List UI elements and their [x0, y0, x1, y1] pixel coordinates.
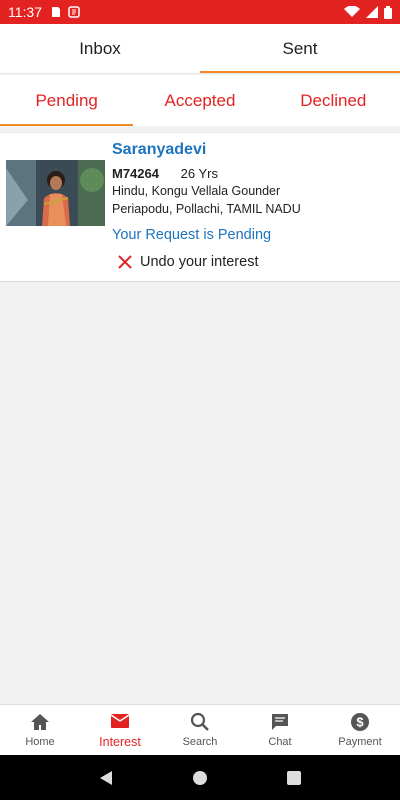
- tab-declined[interactable]: Declined: [267, 75, 400, 126]
- nav-home-label: Home: [25, 736, 55, 748]
- profile-location: Periapodu, Pollachi, TAMIL NADU: [112, 202, 301, 216]
- bottom-navigation: Home Interest Search Chat $ Payment: [0, 704, 400, 755]
- interest-list: Saranyadevi M74264 26 Yrs Hindu, Kongu V…: [0, 126, 400, 704]
- sim-card-icon: [52, 7, 60, 17]
- close-icon: [118, 255, 132, 269]
- status-bar: 11:37: [0, 0, 400, 24]
- profile-card[interactable]: Saranyadevi M74264 26 Yrs Hindu, Kongu V…: [0, 132, 400, 282]
- undo-interest-label: Undo your interest: [140, 254, 259, 270]
- wifi-icon: [344, 6, 360, 17]
- nav-payment-label: Payment: [338, 736, 382, 748]
- nav-interest-label: Interest: [99, 735, 141, 749]
- nav-payment[interactable]: $ Payment: [320, 705, 400, 755]
- search-icon: [190, 712, 209, 731]
- battery-icon: [384, 5, 392, 19]
- svg-text:$: $: [356, 715, 364, 730]
- undo-interest-button[interactable]: Undo your interest: [118, 254, 258, 270]
- chat-icon: [272, 714, 288, 730]
- profile-religion-caste: Hindu, Kongu Vellala Gounder: [112, 184, 281, 198]
- notification-icon: [68, 6, 80, 18]
- tab-inbox[interactable]: Inbox: [0, 24, 200, 73]
- home-icon: [31, 714, 49, 730]
- profile-photo[interactable]: [6, 160, 105, 226]
- signal-icon: [366, 6, 378, 18]
- tab-sent[interactable]: Sent: [200, 24, 400, 73]
- tab-accepted[interactable]: Accepted: [133, 75, 266, 126]
- nav-search[interactable]: Search: [160, 705, 240, 755]
- mail-icon: [110, 714, 130, 728]
- sub-tab-bar: Pending Accepted Declined: [0, 75, 400, 126]
- nav-chat-label: Chat: [268, 736, 292, 748]
- nav-search-label: Search: [182, 736, 218, 748]
- request-status: Your Request is Pending: [112, 227, 272, 243]
- tab-pending[interactable]: Pending: [0, 75, 134, 126]
- profile-meta: M74264 26 Yrs: [112, 166, 218, 181]
- status-time: 11:37: [8, 4, 42, 20]
- recents-icon[interactable]: [286, 770, 301, 785]
- profile-id: M74264: [112, 166, 159, 181]
- top-tab-bar: Inbox Sent: [0, 24, 400, 74]
- profile-name[interactable]: Saranyadevi: [112, 141, 206, 159]
- dollar-icon: $: [351, 713, 369, 731]
- back-icon[interactable]: [99, 770, 113, 786]
- nav-home[interactable]: Home: [0, 705, 80, 755]
- home-circle-icon[interactable]: [192, 770, 208, 786]
- nav-chat[interactable]: Chat: [240, 705, 320, 755]
- profile-age: 26 Yrs: [180, 166, 218, 181]
- nav-interest[interactable]: Interest: [80, 705, 160, 755]
- system-navigation-bar: [0, 755, 400, 800]
